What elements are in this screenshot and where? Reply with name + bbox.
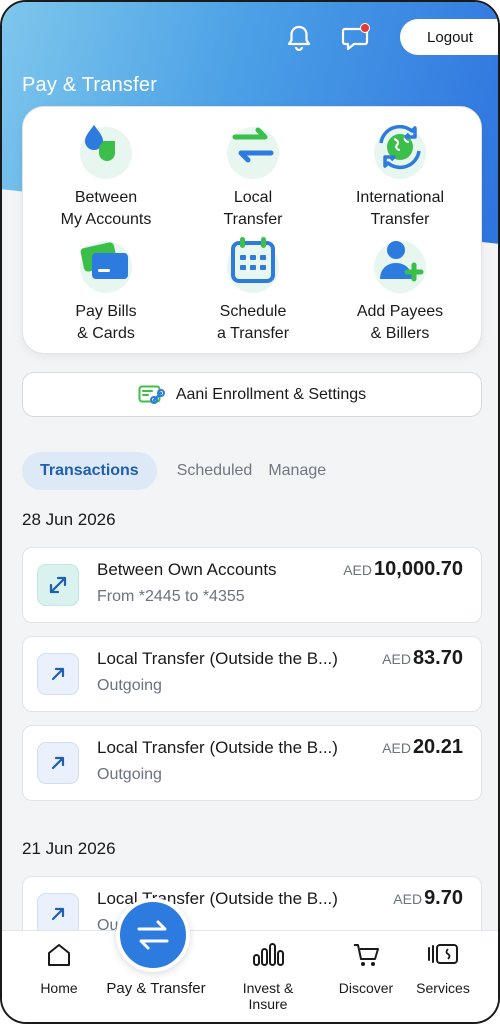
- transaction-subtitle: Outgoing: [97, 766, 162, 783]
- transaction-currency: AED: [382, 740, 411, 756]
- transaction-row[interactable]: Local Transfer (Outside the B...) Outgoi…: [22, 725, 482, 801]
- qa-label-line1: Add Payees: [356, 303, 444, 320]
- page-title: Pay & Transfer: [22, 74, 158, 96]
- transaction-currency: AED: [343, 562, 373, 578]
- quick-action-add-payees[interactable]: Add Payees & Billers: [325, 235, 475, 345]
- date-header: 21 Jun 2026: [22, 839, 116, 858]
- transfer-arrows-icon: [137, 920, 169, 950]
- nav-home-label: Home: [40, 980, 78, 996]
- tab-scheduled[interactable]: Scheduled: [169, 452, 261, 490]
- local-transfer-icon: [225, 121, 281, 179]
- tab-manage[interactable]: Manage: [260, 452, 334, 490]
- qa-label-line2: Transfer: [370, 211, 430, 228]
- qa-label-line2: a Transfer: [216, 325, 290, 342]
- outgoing-arrow-icon: [37, 653, 79, 695]
- nav-home[interactable]: Home: [14, 941, 104, 996]
- nav-services-label: Services: [416, 980, 470, 996]
- tab-transactions[interactable]: Transactions: [22, 452, 157, 490]
- cart-icon: [354, 944, 379, 966]
- logout-button[interactable]: Logout: [400, 19, 498, 55]
- qa-label-line1: International: [355, 189, 445, 206]
- aani-enrollment-button[interactable]: Aani Enrollment & Settings: [22, 372, 482, 417]
- date-header: 28 Jun 2026: [22, 510, 116, 529]
- qa-label-line2: Transfer: [223, 211, 283, 228]
- bar-chart-icon: [253, 943, 284, 966]
- quick-actions-card: Between My Accounts Local Transfer Interna…: [22, 106, 482, 354]
- nav-invest-label: Invest & Insure: [242, 980, 294, 1012]
- qa-label-line1: Local: [233, 189, 273, 206]
- transaction-title: Between Own Accounts: [97, 560, 277, 579]
- transaction-currency: AED: [393, 891, 423, 907]
- notifications-bell-icon[interactable]: [279, 18, 319, 58]
- quick-action-local-transfer[interactable]: Local Transfer: [178, 121, 328, 231]
- quick-action-international-transfer[interactable]: International Transfer: [325, 121, 475, 231]
- qa-label-line1: Between: [74, 189, 138, 206]
- transaction-amount: 83.70: [412, 647, 463, 669]
- quick-action-pay-bills[interactable]: Pay Bills & Cards: [31, 235, 181, 345]
- pay-transfer-fab[interactable]: [116, 898, 190, 972]
- nav-invest-insure[interactable]: Invest & Insure: [223, 941, 313, 1012]
- transaction-row[interactable]: Between Own Accounts From *2445 to *4355…: [22, 547, 482, 623]
- international-transfer-icon: [372, 121, 428, 179]
- transaction-subtitle: From *2445 to *4355: [97, 588, 245, 605]
- transaction-title: Local Transfer (Outside the B...): [97, 649, 338, 668]
- qa-label-line2: & Cards: [77, 325, 135, 342]
- transaction-amount: 10,000.70: [374, 558, 463, 580]
- aani-label: Aani Enrollment & Settings: [175, 385, 367, 403]
- services-wallet-icon: [428, 944, 458, 964]
- between-accounts-icon: [78, 121, 134, 179]
- nav-services[interactable]: Services: [398, 941, 488, 996]
- qa-label-line1: Schedule: [219, 303, 287, 320]
- transaction-row[interactable]: Local Transfer (Outside the B...) Outgoi…: [22, 636, 482, 712]
- qa-label-line2: & Billers: [370, 325, 430, 342]
- qa-label-line1: Pay Bills: [75, 303, 137, 320]
- messages-chat-icon[interactable]: [336, 18, 376, 58]
- aani-link-card-icon: [138, 385, 165, 404]
- transaction-amount: 20.21: [412, 736, 463, 758]
- bottom-navigation: Home Invest & Insure Discover Services: [2, 930, 498, 1022]
- phone-frame: Logout Pay & Transfer Between My Accounts…: [0, 0, 500, 1024]
- transaction-amount: 9.70: [424, 887, 463, 909]
- transactions-tabs: Transactions Scheduled Manage: [22, 452, 334, 490]
- outgoing-arrow-icon: [37, 742, 79, 784]
- swap-arrows-icon: [37, 564, 79, 606]
- unread-badge: [360, 23, 370, 33]
- pay-bills-card-icon: [78, 235, 134, 293]
- nav-pay-transfer-label[interactable]: Pay & Transfer: [100, 980, 212, 997]
- transaction-currency: AED: [382, 651, 411, 667]
- calendar-schedule-icon: [225, 235, 281, 293]
- outgoing-arrow-icon: [37, 893, 79, 935]
- transaction-subtitle: Outgoing: [97, 677, 162, 694]
- quick-action-between-accounts[interactable]: Between My Accounts: [31, 121, 181, 231]
- add-payee-person-icon: [372, 235, 428, 293]
- transaction-title: Local Transfer (Outside the B...): [97, 738, 338, 757]
- quick-action-schedule-transfer[interactable]: Schedule a Transfer: [178, 235, 328, 345]
- qa-label-line2: My Accounts: [60, 211, 152, 228]
- home-icon: [48, 944, 70, 966]
